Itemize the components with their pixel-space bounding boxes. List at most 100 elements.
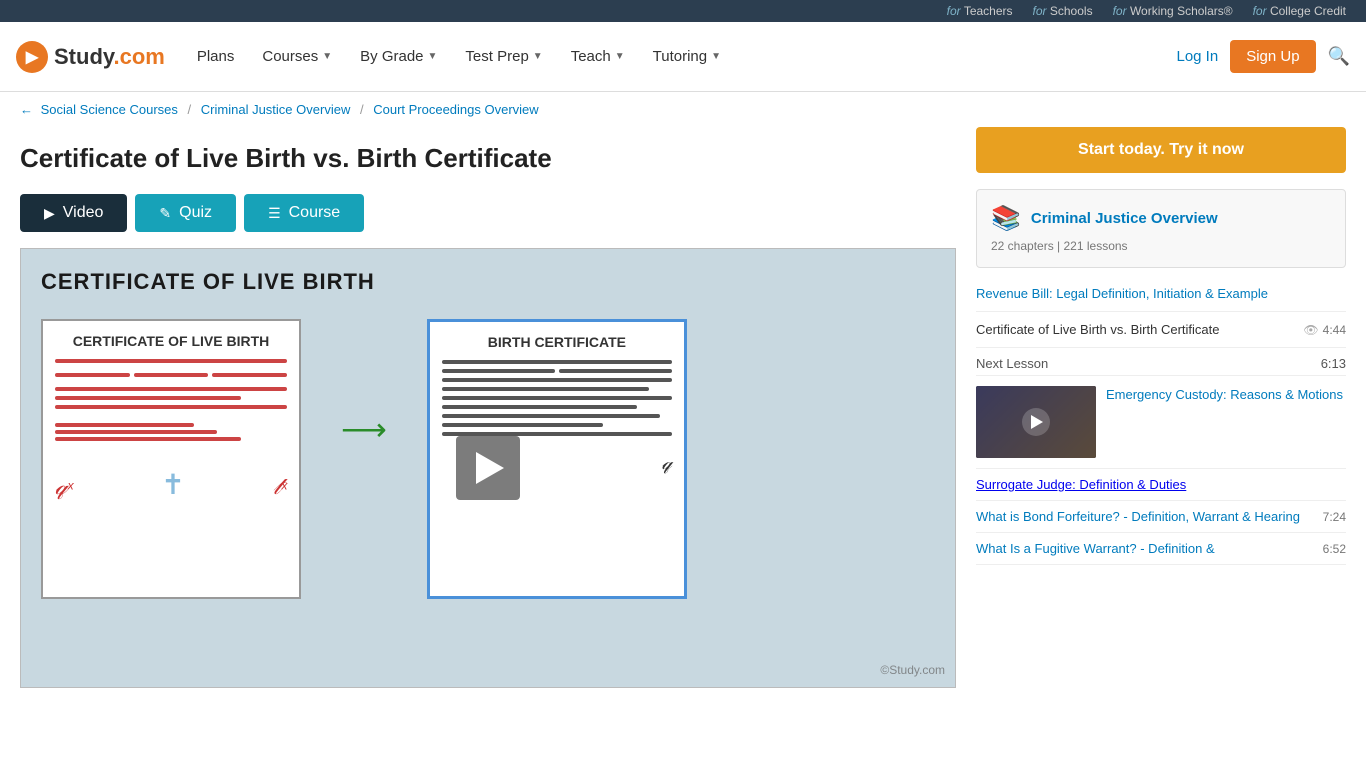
- breadcrumb-social-science[interactable]: Social Science Courses: [41, 102, 178, 117]
- lesson-item-revenue: Revenue Bill: Legal Definition, Initiati…: [976, 276, 1346, 312]
- doc-line-5: [55, 405, 287, 409]
- cta-button[interactable]: Start today. Try it now: [976, 127, 1346, 173]
- current-lesson-label: Certificate of Live Birth vs. Birth Cert…: [976, 322, 1219, 337]
- doc-sig-right: 𝓉ˣ: [273, 473, 287, 501]
- course-box: 📚 Criminal Justice Overview 22 chapters …: [976, 189, 1346, 268]
- search-icon[interactable]: 🔍: [1328, 46, 1350, 67]
- surrogate-link[interactable]: Surrogate Judge: Definition & Duties: [976, 477, 1186, 492]
- doc-sig-left: 𝓆ˣ: [55, 473, 73, 501]
- doc-line-4: [55, 396, 241, 400]
- doc-line-2b: [134, 373, 209, 377]
- breadcrumb-sep-1: /: [188, 102, 192, 117]
- video-player[interactable]: CERTIFICATE OF LIVE BIRTH CERTIFICATE OF…: [20, 248, 956, 688]
- nav-courses-label: Courses: [262, 48, 318, 65]
- page-title: Certificate of Live Birth vs. Birth Cert…: [20, 143, 956, 174]
- main-container: Certificate of Live Birth vs. Birth Cert…: [0, 127, 1366, 708]
- thumb-play-icon: [1031, 415, 1043, 429]
- topbar-scholars-link[interactable]: for Working Scholars®: [1113, 4, 1233, 18]
- testprep-chevron-icon: ▼: [533, 51, 543, 62]
- video-content: CERTIFICATE OF LIVE BIRTH CERTIFICATE OF…: [21, 249, 955, 687]
- content-area: Certificate of Live Birth vs. Birth Cert…: [20, 127, 956, 688]
- sidebar-lesson-bond: What is Bond Forfeiture? - Definition, W…: [976, 501, 1346, 533]
- nav-bygrade[interactable]: By Grade ▼: [348, 40, 449, 73]
- next-lesson-duration: 6:13: [1321, 356, 1346, 371]
- course-title-link[interactable]: Criminal Justice Overview: [1031, 210, 1218, 227]
- courses-chevron-icon: ▼: [322, 51, 332, 62]
- breadcrumb-court-proceedings[interactable]: Court Proceedings Overview: [373, 102, 538, 117]
- quiz-tab-label: Quiz: [179, 204, 212, 222]
- bond-link[interactable]: What is Bond Forfeiture? - Definition, W…: [976, 509, 1300, 524]
- nav-teach[interactable]: Teach ▼: [559, 40, 637, 73]
- doc-emblem: ✝: [161, 468, 184, 501]
- nav-tutoring[interactable]: Tutoring ▼: [641, 40, 733, 73]
- video-tab-label: Video: [63, 204, 104, 222]
- birth-cert-header: BIRTH CERTIFICATE: [442, 334, 672, 350]
- next-lesson-info: Emergency Custody: Reasons & Motions: [1106, 386, 1346, 458]
- breadcrumb-criminal-justice[interactable]: Criminal Justice Overview: [201, 102, 351, 117]
- play-button[interactable]: [456, 436, 520, 500]
- next-lesson-title[interactable]: Emergency Custody: Reasons & Motions: [1106, 387, 1343, 402]
- doc-sig-line-2: [55, 430, 217, 434]
- lesson-item-current: Certificate of Live Birth vs. Birth Cert…: [976, 312, 1346, 348]
- next-lesson-thumbnail[interactable]: [976, 386, 1096, 458]
- teach-chevron-icon: ▼: [615, 51, 625, 62]
- doc-sig-line-1: [55, 423, 194, 427]
- scholars-label: Working Scholars®: [1130, 4, 1233, 18]
- sidebar: Start today. Try it now 📚 Criminal Justi…: [976, 127, 1346, 688]
- live-birth-doc-header: CERTIFICATE OF LIVE BIRTH: [55, 333, 287, 349]
- lesson-duration: 👁 4:44: [1303, 323, 1346, 337]
- fugitive-link[interactable]: What Is a Fugitive Warrant? - Definition…: [976, 541, 1215, 556]
- quiz-tab[interactable]: ✎ Quiz: [135, 194, 236, 232]
- video-title-overlay: CERTIFICATE OF LIVE BIRTH: [41, 269, 375, 295]
- bc-line-2b: [559, 369, 672, 373]
- tutoring-chevron-icon: ▼: [711, 51, 721, 62]
- nav-testprep[interactable]: Test Prep ▼: [453, 40, 554, 73]
- course-tab-label: Course: [289, 204, 341, 222]
- eye-icon: 👁: [1303, 323, 1318, 337]
- quiz-tab-icon: ✎: [159, 205, 171, 222]
- for-label-scholars: for: [1113, 4, 1127, 18]
- tab-bar: ▶ Video ✎ Quiz ☰ Course: [20, 194, 956, 232]
- logo-link[interactable]: ▶ Study.com: [16, 41, 165, 73]
- doc-sig-line-3: [55, 437, 241, 441]
- nav-courses[interactable]: Courses ▼: [250, 40, 344, 73]
- topbar-schools-link[interactable]: for Schools: [1033, 4, 1093, 18]
- course-tab[interactable]: ☰ Course: [244, 194, 364, 232]
- bc-line-7: [442, 414, 661, 418]
- main-nav: ▶ Study.com Plans Courses ▼ By Grade ▼ T…: [0, 22, 1366, 92]
- credit-label: College Credit: [1270, 4, 1346, 18]
- top-bar: for Teachers for Schools for Working Sch…: [0, 0, 1366, 22]
- topbar-teachers-link[interactable]: for Teachers: [947, 4, 1013, 18]
- breadcrumb-sep-2: /: [360, 102, 364, 117]
- video-tab[interactable]: ▶ Video: [20, 194, 127, 232]
- live-birth-doc: CERTIFICATE OF LIVE BIRTH: [41, 319, 301, 599]
- sidebar-lesson-surrogate: Surrogate Judge: Definition & Duties: [976, 469, 1346, 501]
- bc-line-2a: [442, 369, 555, 373]
- next-lesson-thumb: Emergency Custody: Reasons & Motions: [976, 376, 1346, 469]
- lesson-duration-value: 4:44: [1323, 323, 1346, 337]
- nav-teach-label: Teach: [571, 48, 611, 65]
- bc-line-5: [442, 396, 672, 400]
- login-button[interactable]: Log In: [1176, 48, 1218, 65]
- nav-links: Plans Courses ▼ By Grade ▼ Test Prep ▼ T…: [185, 40, 1177, 73]
- topbar-credit-link[interactable]: for College Credit: [1253, 4, 1346, 18]
- nav-tutoring-label: Tutoring: [653, 48, 707, 65]
- signup-button[interactable]: Sign Up: [1230, 40, 1315, 73]
- logo-icon: ▶: [16, 41, 48, 73]
- video-tab-icon: ▶: [44, 205, 55, 222]
- bc-line-6: [442, 405, 638, 409]
- lesson-link-revenue[interactable]: Revenue Bill: Legal Definition, Initiati…: [976, 286, 1268, 301]
- doc-line-2c: [212, 373, 287, 377]
- nav-plans[interactable]: Plans: [185, 40, 247, 73]
- bc-sig: 𝓆: [662, 452, 672, 475]
- play-triangle-icon: [476, 452, 504, 484]
- thumb-play-button[interactable]: [1022, 408, 1050, 436]
- breadcrumb: ← Social Science Courses / Criminal Just…: [0, 92, 1366, 127]
- bc-line-3: [442, 378, 672, 382]
- watermark: ©Study.com: [880, 663, 945, 677]
- for-label-schools: for: [1033, 4, 1047, 18]
- fugitive-duration: 6:52: [1323, 542, 1346, 556]
- doc-line-3: [55, 387, 287, 391]
- course-book-icon: 📚: [991, 204, 1021, 233]
- bc-line-1: [442, 360, 672, 364]
